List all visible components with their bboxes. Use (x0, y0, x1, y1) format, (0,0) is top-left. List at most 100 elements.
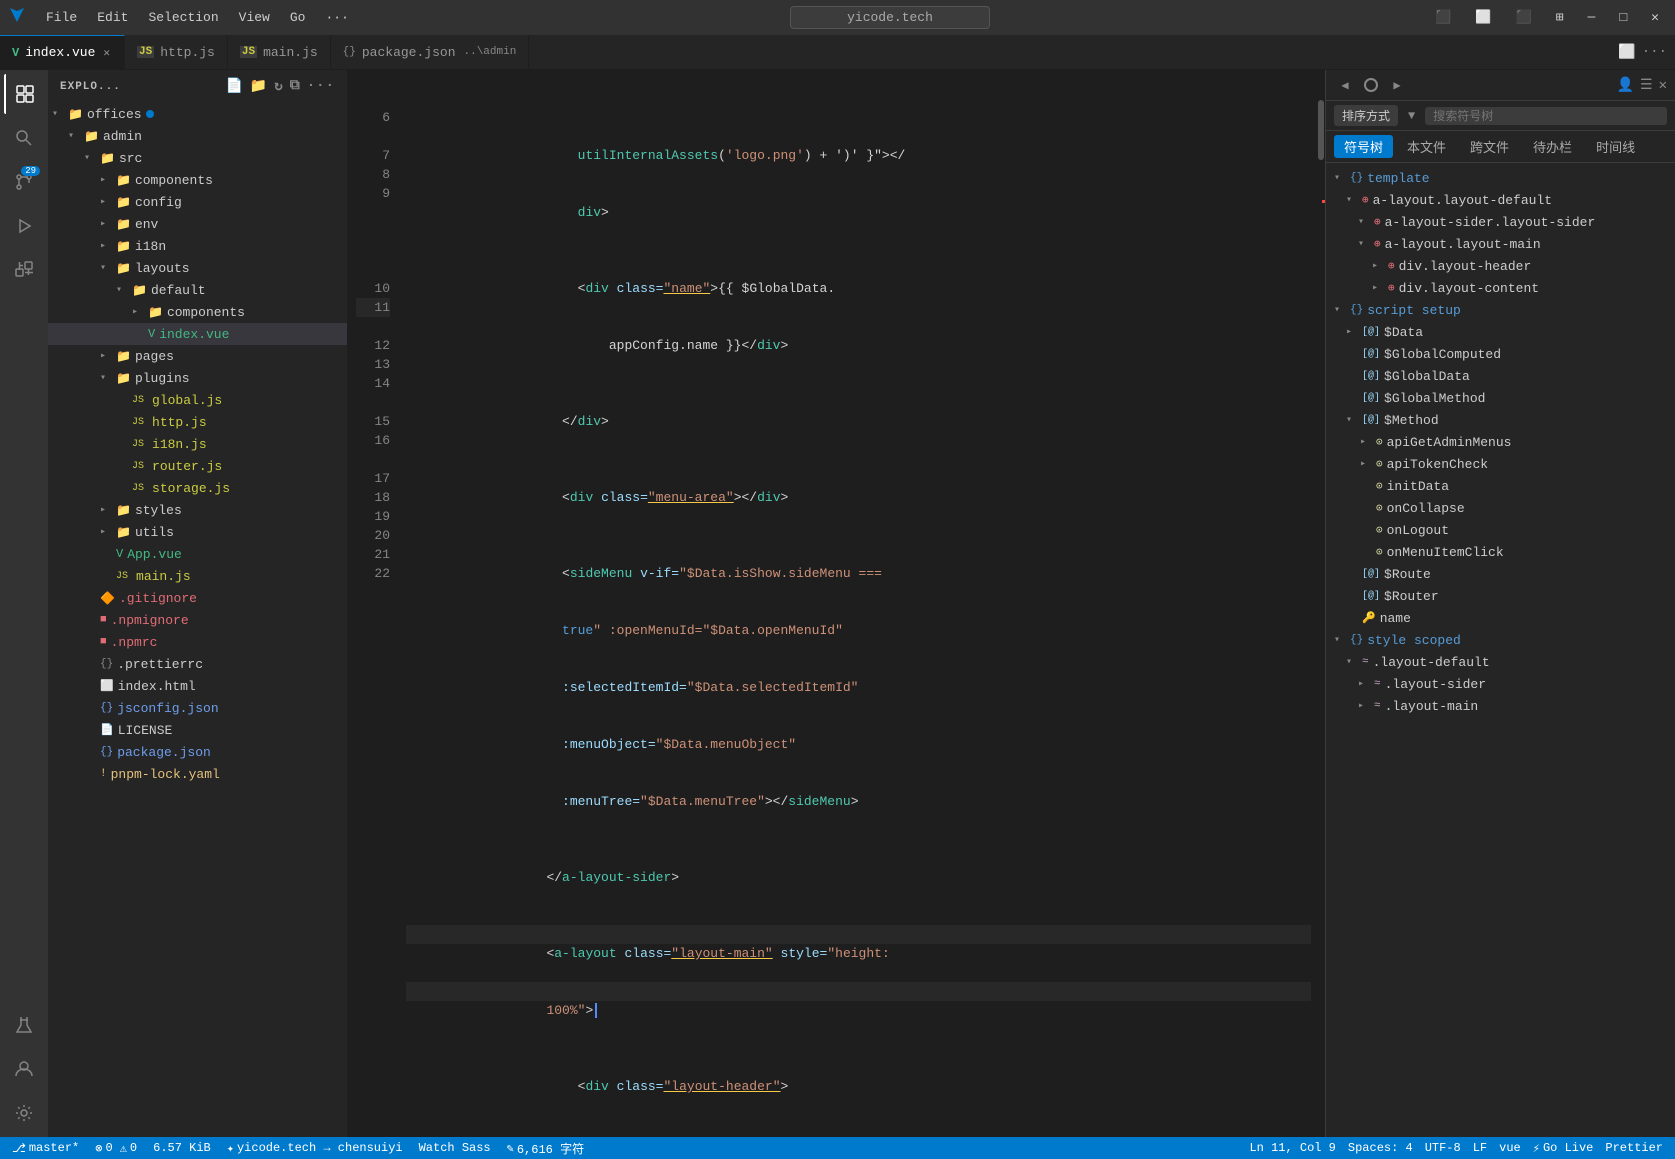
activity-extensions[interactable] (4, 250, 44, 290)
tree-item-offices[interactable]: ▾ 📁 offices (48, 103, 347, 125)
menu-go[interactable]: Go (286, 8, 310, 27)
nav-forward-active-icon[interactable]: ▶ (1386, 74, 1408, 96)
tab-timeline[interactable]: 时间线 (1586, 135, 1645, 158)
window-layout-3[interactable]: ⬛ (1508, 8, 1540, 27)
symbol-name[interactable]: 🔑 name (1326, 607, 1675, 629)
activity-search[interactable] (4, 118, 44, 158)
window-minimize[interactable]: ─ (1580, 8, 1604, 27)
tree-item-config[interactable]: ▸ 📁 config (48, 191, 347, 213)
tree-item-package-json[interactable]: {} package.json (48, 741, 347, 763)
symbol-layout-sider[interactable]: ▸ ≈ .layout-sider (1326, 673, 1675, 695)
symbol-init-data[interactable]: ⊙ initData (1326, 475, 1675, 497)
symbol-search-input[interactable] (1425, 107, 1667, 125)
split-editor-icon[interactable]: ⬜ (1618, 44, 1635, 61)
status-lang[interactable]: vue (1495, 1141, 1525, 1155)
status-prettier[interactable]: Prettier (1601, 1141, 1667, 1155)
tree-item-global-js[interactable]: JS global.js (48, 389, 347, 411)
tree-item-components[interactable]: ▸ 📁 components (48, 169, 347, 191)
symbol-div-layout-header[interactable]: ▸ ⊕ div.layout-header (1326, 255, 1675, 277)
title-search[interactable]: yicode.tech (790, 6, 990, 29)
tree-item-admin[interactable]: ▾ 📁 admin (48, 125, 347, 147)
close-panel-icon[interactable]: ✕ (1659, 77, 1667, 94)
tree-item-app-vue[interactable]: V App.vue (48, 543, 347, 565)
symbol-data[interactable]: ▸ [@] $Data (1326, 321, 1675, 343)
window-maximize[interactable]: □ (1611, 8, 1635, 27)
symbol-layout-default[interactable]: ▾ ≈ .layout-default (1326, 651, 1675, 673)
status-errors[interactable]: ⊗ 0 ⚠ 0 (91, 1141, 141, 1156)
symbol-api-get-admin-menus[interactable]: ▸ ⊙ apiGetAdminMenus (1326, 431, 1675, 453)
symbol-div-layout-content[interactable]: ▸ ⊕ div.layout-content (1326, 277, 1675, 299)
activity-account[interactable] (4, 1049, 44, 1089)
tree-item-http-js[interactable]: JS http.js (48, 411, 347, 433)
user-account-icon[interactable]: 👤 (1617, 77, 1634, 94)
activity-source-control[interactable]: 29 (4, 162, 44, 202)
tree-item-index-vue[interactable]: V index.vue (48, 323, 347, 345)
code-editor[interactable]: utilInternalAssets('logo.png') + ')' }">… (398, 70, 1311, 1137)
activity-settings[interactable] (4, 1093, 44, 1133)
tree-item-styles[interactable]: ▸ 📁 styles (48, 499, 347, 521)
menu-edit[interactable]: Edit (93, 8, 132, 27)
status-position[interactable]: Ln 11, Col 9 (1245, 1141, 1339, 1155)
tree-item-storage-js[interactable]: JS storage.js (48, 477, 347, 499)
status-encoding[interactable]: UTF-8 (1421, 1141, 1465, 1155)
window-layout-2[interactable]: ⬜ (1467, 8, 1499, 27)
symbol-template[interactable]: ▾ {} template (1326, 167, 1675, 189)
tree-item-i18n-js[interactable]: JS i18n.js (48, 433, 347, 455)
symbol-a-layout-default[interactable]: ▾ ⊕ a-layout.layout-default (1326, 189, 1675, 211)
activity-flask[interactable] (4, 1005, 44, 1045)
tree-item-env[interactable]: ▸ 📁 env (48, 213, 347, 235)
tree-item-npmrc[interactable]: ■ .npmrc (48, 631, 347, 653)
tree-item-utils[interactable]: ▸ 📁 utils (48, 521, 347, 543)
symbol-route[interactable]: [@] $Route (1326, 563, 1675, 585)
menu-more[interactable]: ··· (321, 8, 352, 27)
symbol-on-collapse[interactable]: ⊙ onCollapse (1326, 497, 1675, 519)
window-layout-1[interactable]: ⬛ (1427, 8, 1459, 27)
tree-item-gitignore[interactable]: 🔶 .gitignore (48, 587, 347, 609)
tree-item-src[interactable]: ▾ 📁 src (48, 147, 347, 169)
status-branch[interactable]: ⎇ master* (8, 1141, 83, 1156)
tab-bar-more[interactable]: ··· (1642, 44, 1667, 60)
tab-close[interactable]: ✕ (101, 46, 112, 60)
tree-item-default-components[interactable]: ▸ 📁 components (48, 301, 347, 323)
status-remote[interactable]: ✦ yicode.tech → chensuiyi (223, 1141, 407, 1156)
tree-item-index-html[interactable]: ⬜ index.html (48, 675, 347, 697)
tree-item-plugins[interactable]: ▾ 📁 plugins (48, 367, 347, 389)
nav-back-icon[interactable]: ◀ (1334, 74, 1356, 96)
more-icon[interactable]: ··· (307, 78, 335, 95)
menu-selection[interactable]: Selection (144, 8, 222, 27)
tree-item-jsconfig-json[interactable]: {} jsconfig.json (48, 697, 347, 719)
tree-item-router-js[interactable]: JS router.js (48, 455, 347, 477)
status-chars[interactable]: ✎ 6,616 字符 (503, 1140, 588, 1157)
symbol-on-logout[interactable]: ⊙ onLogout (1326, 519, 1675, 541)
menu-view[interactable]: View (235, 8, 274, 27)
sort-button[interactable]: 排序方式 (1334, 105, 1398, 126)
new-file-icon[interactable]: 📄 (225, 78, 243, 95)
symbol-style-scoped[interactable]: ▾ {} style scoped (1326, 629, 1675, 651)
tab-index-vue[interactable]: V index.vue ✕ (0, 35, 125, 69)
hamburger-icon[interactable]: ☰ (1640, 77, 1653, 94)
menu-file[interactable]: File (42, 8, 81, 27)
status-sass[interactable]: Watch Sass (415, 1141, 495, 1155)
symbol-method[interactable]: ▾ [@] $Method (1326, 409, 1675, 431)
tree-item-pages[interactable]: ▸ 📁 pages (48, 345, 347, 367)
symbol-script-setup[interactable]: ▾ {} script setup (1326, 299, 1675, 321)
window-layout-4[interactable]: ⊞ (1548, 8, 1572, 27)
tree-item-main-js[interactable]: JS main.js (48, 565, 347, 587)
tree-item-license[interactable]: 📄 LICENSE (48, 719, 347, 741)
new-folder-icon[interactable]: 📁 (250, 78, 268, 95)
symbol-api-token-check[interactable]: ▸ ⊙ apiTokenCheck (1326, 453, 1675, 475)
tree-item-prettierrc[interactable]: {} .prettierrc (48, 653, 347, 675)
refresh-icon[interactable]: ↻ (274, 78, 283, 95)
tree-item-layouts[interactable]: ▾ 📁 layouts (48, 257, 347, 279)
status-filesize[interactable]: 6.57 KiB (149, 1141, 215, 1155)
tree-item-default[interactable]: ▾ 📁 default (48, 279, 347, 301)
symbol-global-method[interactable]: [@] $GlobalMethod (1326, 387, 1675, 409)
window-close[interactable]: ✕ (1643, 8, 1667, 27)
symbol-a-layout-sider[interactable]: ▾ ⊕ a-layout-sider.layout-sider (1326, 211, 1675, 233)
collapse-all-icon[interactable]: ⧉ (290, 78, 301, 95)
tab-http-js[interactable]: JS http.js (125, 35, 228, 69)
symbol-on-menu-item-click[interactable]: ⊙ onMenuItemClick (1326, 541, 1675, 563)
tab-package-json[interactable]: {} package.json ..\admin (331, 35, 530, 69)
status-golive[interactable]: ⚡ Go Live (1529, 1141, 1598, 1156)
status-spaces[interactable]: Spaces: 4 (1344, 1141, 1417, 1155)
